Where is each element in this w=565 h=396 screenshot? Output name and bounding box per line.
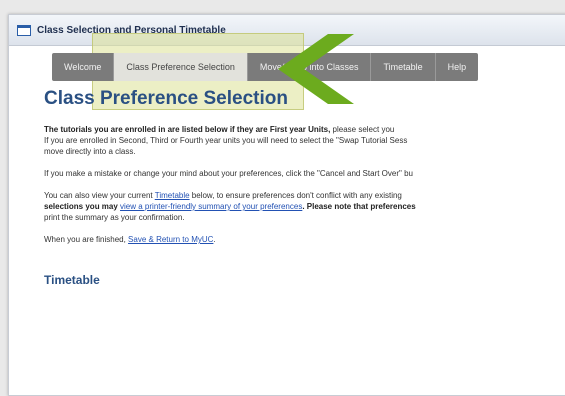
mistake-paragraph: If you make a mistake or change your min… <box>44 169 413 178</box>
save-return-link[interactable]: Save & Return to MyUC <box>128 235 213 244</box>
instructions-paragraph: The tutorials you are enrolled in are li… <box>44 124 565 157</box>
window-icon <box>17 24 31 36</box>
preferences-note-bold: . Please note that preferences <box>302 202 416 211</box>
tab-welcome[interactable]: Welcome <box>52 53 115 81</box>
instructions-line-3: move directly into a class. <box>44 147 136 156</box>
instructions-text: please select you <box>330 125 395 134</box>
instructions-line-2: If you are enrolled in Second, Third or … <box>44 136 408 145</box>
page-title: Class Preference Selection <box>44 88 288 109</box>
timetable-info-text: You can also view your current <box>44 191 155 200</box>
tab-class-preference-selection[interactable]: Class Preference Selection <box>114 53 248 81</box>
selections-bold: selections you may <box>44 202 121 211</box>
finished-period: . <box>213 235 216 244</box>
tab-help[interactable]: Help <box>436 53 479 81</box>
tab-timetable[interactable]: Timetable <box>371 53 436 81</box>
finished-text: When you are finished, <box>44 235 129 244</box>
timetable-info-paragraph: You can also view your current Timetable… <box>44 190 565 223</box>
print-summary-line: print the summary as your confirmation. <box>44 213 185 222</box>
timetable-heading: Timetable <box>44 273 100 287</box>
nav-tabs: Welcome Class Preference Selection Move/… <box>52 53 479 81</box>
printer-friendly-summary-link[interactable]: view a printer-friendly summary of your … <box>120 202 302 211</box>
instructions-bold: The tutorials you are enrolled in are li… <box>44 125 331 134</box>
timetable-info-text-2: below, to ensure preferences don't confl… <box>189 191 402 200</box>
main-content: Class Preference Selection The tutorials… <box>44 88 565 287</box>
timetable-link[interactable]: Timetable <box>155 191 190 200</box>
finished-paragraph: When you are finished, Save & Return to … <box>44 234 565 245</box>
